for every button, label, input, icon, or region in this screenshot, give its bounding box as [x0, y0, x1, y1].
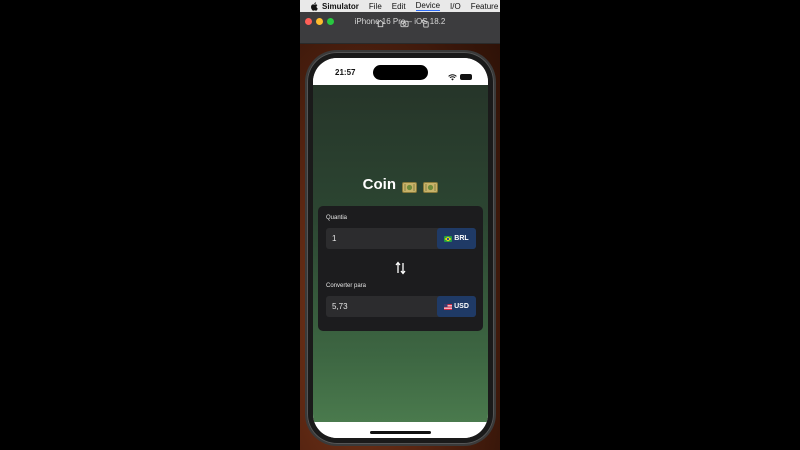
menu-edit[interactable]: Edit: [392, 2, 406, 11]
menu-device[interactable]: Device: [415, 1, 441, 11]
money-icon: [402, 180, 418, 193]
status-icons: [448, 68, 472, 86]
menu-bar: Simulator File Edit Device I/O Feature: [300, 0, 500, 12]
us-flag-icon: [444, 303, 453, 310]
from-currency-code: BRL: [454, 235, 469, 242]
dynamic-island: [373, 65, 428, 80]
converted-field[interactable]: 5,73 USD: [326, 296, 476, 317]
wifi-icon: [448, 68, 457, 86]
menu-io[interactable]: I/O: [450, 2, 461, 11]
amount-field[interactable]: 1 BRL: [326, 228, 476, 249]
home-indicator-area: [313, 422, 488, 438]
menu-feature[interactable]: Feature: [471, 2, 499, 11]
from-currency-button[interactable]: BRL: [437, 228, 476, 249]
app-title-row: Coin: [313, 176, 488, 193]
status-bar: 21:57: [313, 58, 488, 85]
to-currency-button[interactable]: USD: [437, 296, 476, 317]
home-indicator[interactable]: [370, 431, 431, 434]
menu-simulator[interactable]: Simulator: [322, 2, 359, 11]
to-currency-code: USD: [454, 303, 469, 310]
battery-icon: [460, 74, 472, 80]
status-time: 21:57: [335, 68, 356, 77]
home-icon[interactable]: [376, 19, 385, 28]
app-title: Coin: [362, 176, 396, 193]
converter-card: Quantia 1 BRL Converter para 5,73 USD: [318, 206, 483, 331]
apple-icon[interactable]: [310, 1, 318, 11]
brazil-flag-icon: [444, 235, 453, 242]
convert-to-label: Converter para: [326, 283, 367, 289]
device-screen: 21:57 Coin Quantia 1 BRL Converter para …: [313, 58, 488, 438]
swap-currencies-icon[interactable]: [395, 261, 406, 275]
menu-file[interactable]: File: [369, 2, 382, 11]
screenshot-icon[interactable]: [400, 19, 409, 28]
amount-input[interactable]: 1: [332, 234, 336, 243]
coin-app: Coin Quantia 1 BRL Converter para 5,73 U…: [313, 85, 488, 422]
amount-label: Quantia: [326, 215, 348, 221]
desktop: Simulator File Edit Device I/O Feature i…: [0, 0, 800, 450]
money-icon: [423, 180, 439, 193]
converted-value: 5,73: [332, 302, 348, 311]
rotate-icon[interactable]: [421, 19, 430, 28]
